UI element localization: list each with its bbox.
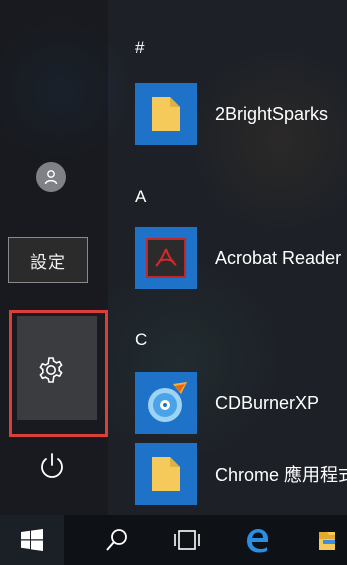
app-item-cdburnerxp[interactable]: CDBurnerXP: [135, 372, 347, 434]
app-item-2brightsparks[interactable]: 2BrightSparks: [135, 83, 347, 145]
search-icon: [106, 529, 127, 551]
section-header-c[interactable]: C: [135, 330, 147, 350]
taskbar: [0, 515, 347, 565]
app-label: CDBurnerXP: [215, 392, 320, 413]
search-button[interactable]: [92, 515, 142, 565]
edge-button[interactable]: [232, 515, 282, 565]
settings-tooltip-text: 設定: [30, 252, 66, 272]
app-label: 2BrightSparks: [215, 103, 329, 124]
start-button[interactable]: [0, 515, 64, 565]
section-header-a[interactable]: A: [135, 187, 146, 207]
app-item-acrobat-reader[interactable]: Acrobat Reader DC: [135, 227, 347, 289]
task-view-icon: [174, 530, 200, 550]
app-tile: [135, 372, 197, 434]
windows-start-icon: [21, 529, 43, 551]
gear-icon: [39, 357, 63, 383]
start-menu-rail: 設定: [0, 0, 108, 515]
user-avatar-button[interactable]: [36, 162, 66, 192]
section-header-hash[interactable]: #: [135, 38, 144, 58]
file-explorer-button[interactable]: [305, 515, 347, 565]
settings-tooltip: 設定: [8, 237, 88, 283]
acrobat-icon: [146, 238, 186, 278]
app-label: Acrobat Reader DC: [215, 247, 347, 268]
task-view-button[interactable]: [162, 515, 212, 565]
folder-icon: [152, 457, 180, 491]
app-item-chrome-apps[interactable]: Chrome 應用程式: [135, 443, 347, 505]
app-tile: [135, 83, 197, 145]
app-label: Chrome 應用程式: [215, 465, 347, 485]
app-tile: [135, 443, 197, 505]
cdburner-icon: [148, 382, 187, 422]
file-explorer-icon: [319, 532, 335, 550]
app-tile: [135, 227, 197, 289]
app-list: # 2BrightSparks A Acrobat Reader DC C: [108, 0, 347, 515]
folder-icon: [152, 97, 180, 131]
edge-icon: [247, 529, 268, 553]
user-avatar-icon: [44, 170, 58, 185]
power-button[interactable]: [38, 450, 66, 482]
